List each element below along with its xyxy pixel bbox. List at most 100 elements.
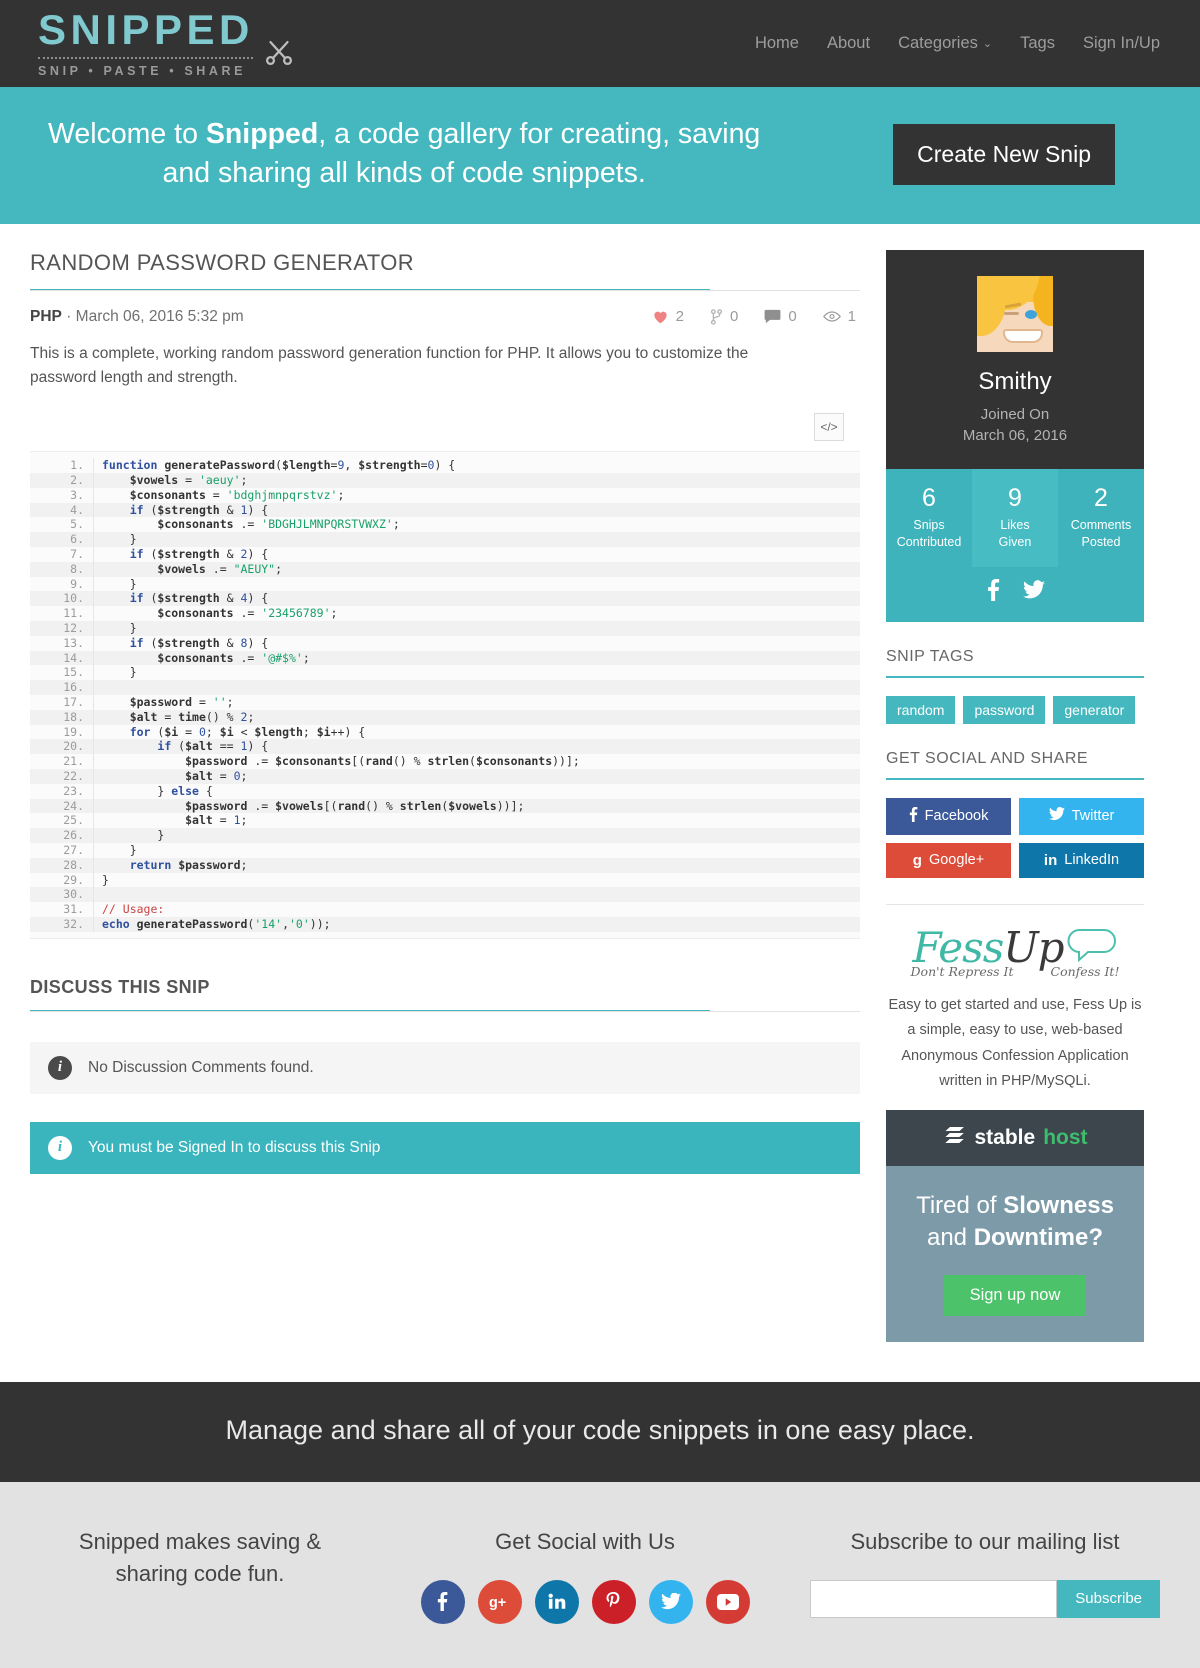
code-line-text: $consonants = 'bdghjmnpqrstvz'; xyxy=(129,487,345,502)
code-line: 15. } xyxy=(30,665,860,681)
code-line-text: function generatePassword($length=9, $st… xyxy=(102,458,456,473)
code-line-text: $alt = time() % 2; xyxy=(129,709,255,724)
stablehost-logo-icon xyxy=(940,1124,970,1152)
linkedin-icon[interactable] xyxy=(534,1579,579,1624)
snip-date: March 06, 2016 5:32 pm xyxy=(75,307,244,325)
joined-label: Joined On xyxy=(980,405,1050,423)
joined-date: March 06, 2016 xyxy=(962,427,1068,445)
nav-item-categories[interactable]: Categories ⌄ xyxy=(898,34,992,53)
code-line: 29.} xyxy=(30,872,860,888)
code-line-text: return $password; xyxy=(129,857,248,872)
tag-random[interactable]: random xyxy=(886,695,956,724)
snip-language: PHP xyxy=(30,307,62,325)
code-line-text: } xyxy=(102,828,165,843)
hero-brand: Snipped xyxy=(205,118,319,150)
share-heading: GET SOCIAL AND SHARE xyxy=(886,749,1089,767)
likes-stat[interactable]: 2 xyxy=(652,308,684,325)
chevron-down-icon: ⌄ xyxy=(982,38,993,50)
create-new-snip-button[interactable]: Create New Snip xyxy=(893,123,1115,185)
code-line-number: 9. xyxy=(30,576,94,592)
code-line-text: $vowels .= "AEUY"; xyxy=(157,561,283,576)
code-line-text: $password .= $consonants[(rand() % strle… xyxy=(185,754,580,769)
profile-username[interactable]: Smithy xyxy=(886,368,1144,396)
code-brackets-icon[interactable]: </> xyxy=(814,413,844,442)
stablehost-ad[interactable]: stable host Tired of Slowness and Downtim… xyxy=(886,1110,1144,1342)
hero-line2: and sharing all kinds of code snippets. xyxy=(162,157,646,190)
code-line: 25. $alt = 1; xyxy=(30,813,860,829)
code-line: 23. } else { xyxy=(30,783,860,799)
snip-tags-heading: SNIP TAGS xyxy=(886,647,975,665)
code-line-text: for ($i = 0; $i < $length; $i++) { xyxy=(129,724,366,739)
twitter-icon[interactable] xyxy=(648,1579,693,1624)
share-twitter-button[interactable]: Twitter xyxy=(1019,797,1144,835)
tag-generator[interactable]: generator xyxy=(1053,695,1136,724)
no-comments-text: No Discussion Comments found. xyxy=(88,1058,314,1076)
stat-value: 2 xyxy=(1094,484,1108,513)
twitter-icon[interactable] xyxy=(1022,579,1045,606)
twitter-icon xyxy=(1048,807,1065,825)
facebook-icon[interactable] xyxy=(420,1579,465,1624)
footer-social-title: Get Social with Us xyxy=(495,1528,675,1554)
code-line-number: 23. xyxy=(30,783,94,799)
share-facebook-button[interactable]: Facebook xyxy=(886,797,1011,835)
hero-line1-post: , a code gallery for creating, saving xyxy=(318,118,761,150)
ad-brand-first: stable xyxy=(974,1126,1036,1150)
share-linkedin-button[interactable]: in LinkedIn xyxy=(1019,842,1144,878)
fessup-promo[interactable]: FessUp Don't Repress It Confess It! Easy… xyxy=(886,903,1144,1095)
youtube-icon[interactable] xyxy=(705,1579,750,1624)
code-line-number: 17. xyxy=(30,695,94,710)
googleplus-icon[interactable]: g+ xyxy=(477,1579,522,1624)
tag-password[interactable]: password xyxy=(963,695,1046,724)
facebook-icon[interactable] xyxy=(986,578,1001,606)
code-line-number: 30. xyxy=(30,887,94,903)
forks-stat[interactable]: 0 xyxy=(710,308,738,325)
code-line: 32. echo generatePassword('14','0')); xyxy=(30,916,860,932)
ad-signup-button[interactable]: Sign up now xyxy=(943,1274,1087,1316)
ad-brand-second: host xyxy=(1043,1126,1088,1150)
code-line: 8. $vowels .= "AEUY"; xyxy=(30,561,860,577)
subscribe-button[interactable]: Subscribe xyxy=(1057,1579,1160,1618)
comments-stat[interactable]: 0 xyxy=(764,308,797,326)
discuss-heading: DISCUSS THIS SNIP xyxy=(30,976,210,997)
brand-logo[interactable]: SNIPPED SNIP • PASTE • SHARE xyxy=(38,9,296,78)
info-icon: i xyxy=(48,1055,72,1080)
subscribe-email-input[interactable] xyxy=(810,1579,1058,1618)
comments-count: 0 xyxy=(788,308,797,326)
svg-text:g+: g+ xyxy=(489,1595,506,1610)
code-line-number: 4. xyxy=(30,502,94,518)
nav-label: About xyxy=(826,34,871,52)
nav-label: Home xyxy=(754,34,799,52)
code-line: 22. $alt = 0; xyxy=(30,768,860,784)
main-navigation: Home About Categories ⌄ Tags Sign In/Up xyxy=(755,34,1160,53)
snip-meta-info: PHP · March 06, 2016 5:32 pm xyxy=(30,308,244,326)
ad-line-1: Tired of Slowness xyxy=(896,1190,1134,1221)
page-title: RANDOM PASSWORD GENERATOR xyxy=(30,249,415,275)
code-line: 19. for ($i = 0; $i < $length; $i++) { xyxy=(30,724,860,740)
code-line-text: $password = ''; xyxy=(129,695,234,709)
stat-likes-given: 9 Likes Given xyxy=(972,469,1058,567)
code-line: 12. } xyxy=(30,621,860,636)
linkedin-icon: in xyxy=(1043,851,1058,869)
code-block[interactable]: 1. function generatePassword($length=9, $… xyxy=(30,451,860,939)
code-line-number: 8. xyxy=(30,561,94,577)
code-line-number: 22. xyxy=(30,768,94,784)
code-line-number: 18. xyxy=(30,709,94,725)
share-googleplus-button[interactable]: g Google+ xyxy=(886,842,1011,878)
code-line-text: } xyxy=(102,621,137,636)
pinterest-icon[interactable] xyxy=(591,1579,636,1624)
scissors-icon xyxy=(262,35,296,74)
code-line-text: if ($strength & 1) { xyxy=(129,502,269,517)
code-line: 10. if ($strength & 4) { xyxy=(30,591,860,607)
footer-column-about: Snipped makes saving & sharing code fun. xyxy=(40,1526,360,1590)
code-line-text: } xyxy=(102,665,137,680)
nav-item-signin[interactable]: Sign In/Up xyxy=(1083,34,1160,53)
discuss-underline-extension xyxy=(30,1010,860,1012)
code-line: 21. $password .= $consonants[(rand() % s… xyxy=(30,754,860,769)
subscribe-form: Subscribe xyxy=(810,1579,1160,1618)
nav-item-tags[interactable]: Tags xyxy=(1020,34,1055,53)
nav-item-home[interactable]: Home xyxy=(755,34,799,53)
code-line-number: 16. xyxy=(30,680,94,695)
avatar xyxy=(977,275,1053,352)
nav-item-about[interactable]: About xyxy=(827,34,870,53)
